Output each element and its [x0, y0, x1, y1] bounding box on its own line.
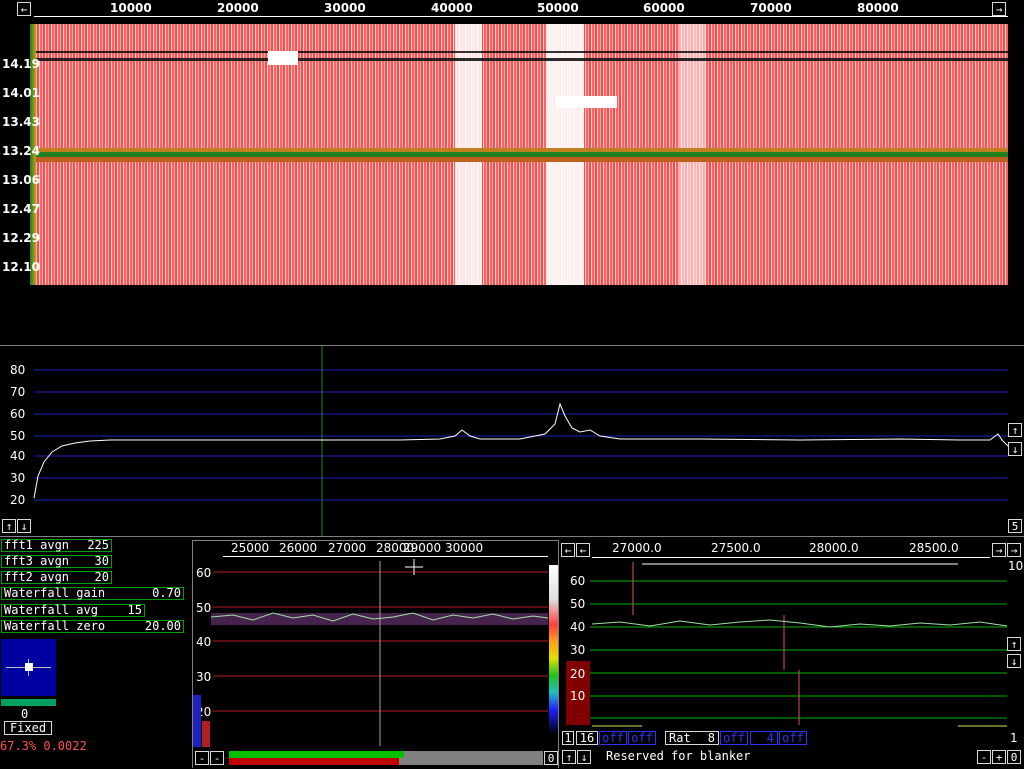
- hires-plus-button[interactable]: +: [992, 750, 1006, 764]
- waterfall-image[interactable]: [34, 24, 1008, 285]
- hires-top-right-label: 10: [1008, 559, 1024, 573]
- spectrum-trace: [33, 402, 1009, 499]
- hires-y-tick: 30: [570, 643, 586, 657]
- bg-minus-button[interactable]: -: [195, 751, 209, 765]
- bg-audio-level-green: [229, 751, 404, 758]
- hires-ctrl-rat[interactable]: Rat 8: [665, 731, 719, 745]
- spectrum-panel[interactable]: 80 70 60 50 40 30 20 ↑ ↓ ↑ ↓ 5: [0, 346, 1024, 536]
- s-meter-value: 0: [21, 707, 29, 721]
- blanker-text: Reserved for blanker: [606, 749, 751, 763]
- freq-tick: 50000: [537, 1, 579, 15]
- bg-y-tick: 40: [196, 635, 212, 649]
- hires-minus-button[interactable]: -: [977, 750, 991, 764]
- freq-tick: 20000: [217, 1, 259, 15]
- spectrum-y-tick: 30: [10, 471, 26, 485]
- freq-tick: 10000: [110, 1, 152, 15]
- hires-zero-button[interactable]: 0: [1007, 750, 1021, 764]
- spectrum-down-button[interactable]: ↓: [17, 519, 31, 533]
- param-waterfall-zero[interactable]: Waterfall zero 20.00: [1, 620, 184, 633]
- waterfall-blob: [555, 96, 617, 108]
- hires-ctrl-off-2[interactable]: off: [628, 731, 656, 745]
- hires-ctrl-1[interactable]: 1: [562, 731, 574, 745]
- time-label: 13.43: [2, 115, 40, 129]
- spectrum-up-button[interactable]: ↑: [2, 519, 16, 533]
- hires-panel[interactable]: ← ← → → 27000.0 27500.0 28000.0 28500.0 …: [560, 540, 1024, 768]
- hires-y-tick: 20: [570, 667, 586, 681]
- spectrum-graph[interactable]: [0, 346, 1024, 536]
- hires-up-button[interactable]: ↑: [1007, 637, 1021, 651]
- spectrum-y-tick: 50: [10, 429, 26, 443]
- s-meter: [1, 639, 56, 696]
- bg-zero-button[interactable]: 0: [544, 751, 558, 765]
- freq-tick: 40000: [431, 1, 473, 15]
- spectrum-avg-button[interactable]: 5: [1008, 519, 1022, 533]
- waterfall-panel: ← → 10000 20000 30000 40000 50000 60000 …: [0, 0, 1024, 345]
- param-fft3-avgn[interactable]: fft3 avgn 30: [1, 555, 112, 568]
- time-label: 14.19: [2, 57, 40, 71]
- param-fft1-avgn[interactable]: fft1 avgn 225: [1, 539, 112, 552]
- hires-ctrl-off-4[interactable]: off: [779, 731, 807, 745]
- spectrum-right-down-button[interactable]: ↓: [1008, 442, 1022, 456]
- hires-bottom-down-button[interactable]: ↓: [577, 750, 591, 764]
- freq-tick: 80000: [857, 1, 899, 15]
- hires-ctrl-off-1[interactable]: off: [599, 731, 627, 745]
- hires-bottom-right-label: 1: [1010, 731, 1018, 745]
- spectrum-gridlines: [34, 369, 1008, 501]
- spectrum-y-tick: 60: [10, 407, 26, 421]
- spectrum-y-tick: 70: [10, 385, 26, 399]
- param-waterfall-avg[interactable]: Waterfall avg 15: [1, 604, 145, 617]
- time-label: 12.47: [2, 202, 40, 216]
- freq-tick: 30000: [324, 1, 366, 15]
- waterfall-freq-scale-line: [34, 16, 1008, 17]
- hires-bottom-up-button[interactable]: ↑: [562, 750, 576, 764]
- hires-trace: [591, 619, 1008, 628]
- spectrum-y-tick: 80: [10, 363, 26, 377]
- spectrum-right-up-button[interactable]: ↑: [1008, 423, 1022, 437]
- hires-rat-value: 8: [707, 731, 715, 745]
- waterfall-scroll-right-button[interactable]: →: [992, 2, 1006, 16]
- bg-y-tick: 30: [196, 670, 212, 684]
- bg-y-tick: 50: [196, 601, 212, 615]
- waterfall-blob: [268, 51, 298, 65]
- bg-audio-level-bar: [229, 751, 543, 765]
- time-label: 13.06: [2, 173, 40, 187]
- s-meter-mode-button[interactable]: Fixed: [4, 721, 52, 735]
- hires-ctrl-16[interactable]: 16: [576, 731, 598, 745]
- spectrum-y-tick: 40: [10, 449, 26, 463]
- baseband-panel[interactable]: 25000 26000 27000 28000 29000 30000 60 5…: [192, 540, 559, 768]
- hires-y-tick: 10: [570, 689, 586, 703]
- s-meter-level-bar: [1, 699, 56, 706]
- s-meter-center: [25, 663, 33, 671]
- hires-down-button[interactable]: ↓: [1007, 654, 1021, 668]
- freq-tick: 70000: [750, 1, 792, 15]
- hires-ctrl-off-3[interactable]: off: [720, 731, 748, 745]
- param-fft2-avgn[interactable]: fft2 avgn 20: [1, 571, 112, 584]
- time-label: 13.24: [2, 144, 40, 158]
- bg-crosshair-icon[interactable]: [405, 559, 423, 575]
- hires-y-tick: 50: [570, 597, 586, 611]
- hires-ctrl-4[interactable]: 4: [750, 731, 778, 745]
- freq-tick: 60000: [643, 1, 685, 15]
- bg-y-tick: 60: [196, 566, 212, 580]
- waterfall-scroll-left-button[interactable]: ←: [17, 2, 31, 16]
- bg-spectrum-graph[interactable]: [193, 541, 558, 769]
- time-label: 12.29: [2, 231, 40, 245]
- bg-level-bar-blue: [193, 695, 201, 747]
- time-label: 14.01: [2, 86, 40, 100]
- param-waterfall-gain[interactable]: Waterfall gain 0.70: [1, 587, 184, 600]
- bg-audio-level-red: [229, 758, 399, 765]
- bg-color-scale: [549, 565, 558, 735]
- status-readout: 67.3% 0.0022: [0, 739, 87, 753]
- bg-level-bar-red: [202, 721, 210, 747]
- hires-rat-label: Rat: [669, 731, 691, 745]
- time-label: 12.10: [2, 260, 40, 274]
- hires-y-tick: 60: [570, 574, 586, 588]
- bg-minus2-button[interactable]: -: [210, 751, 224, 765]
- hires-ctrl-4-value: 4: [766, 731, 774, 745]
- spectrum-y-tick: 20: [10, 493, 26, 507]
- hires-y-tick: 40: [570, 620, 586, 634]
- parameter-panel: fft1 avgn 225 fft3 avgn 30 fft2 avgn 20 Wat…: [0, 537, 190, 768]
